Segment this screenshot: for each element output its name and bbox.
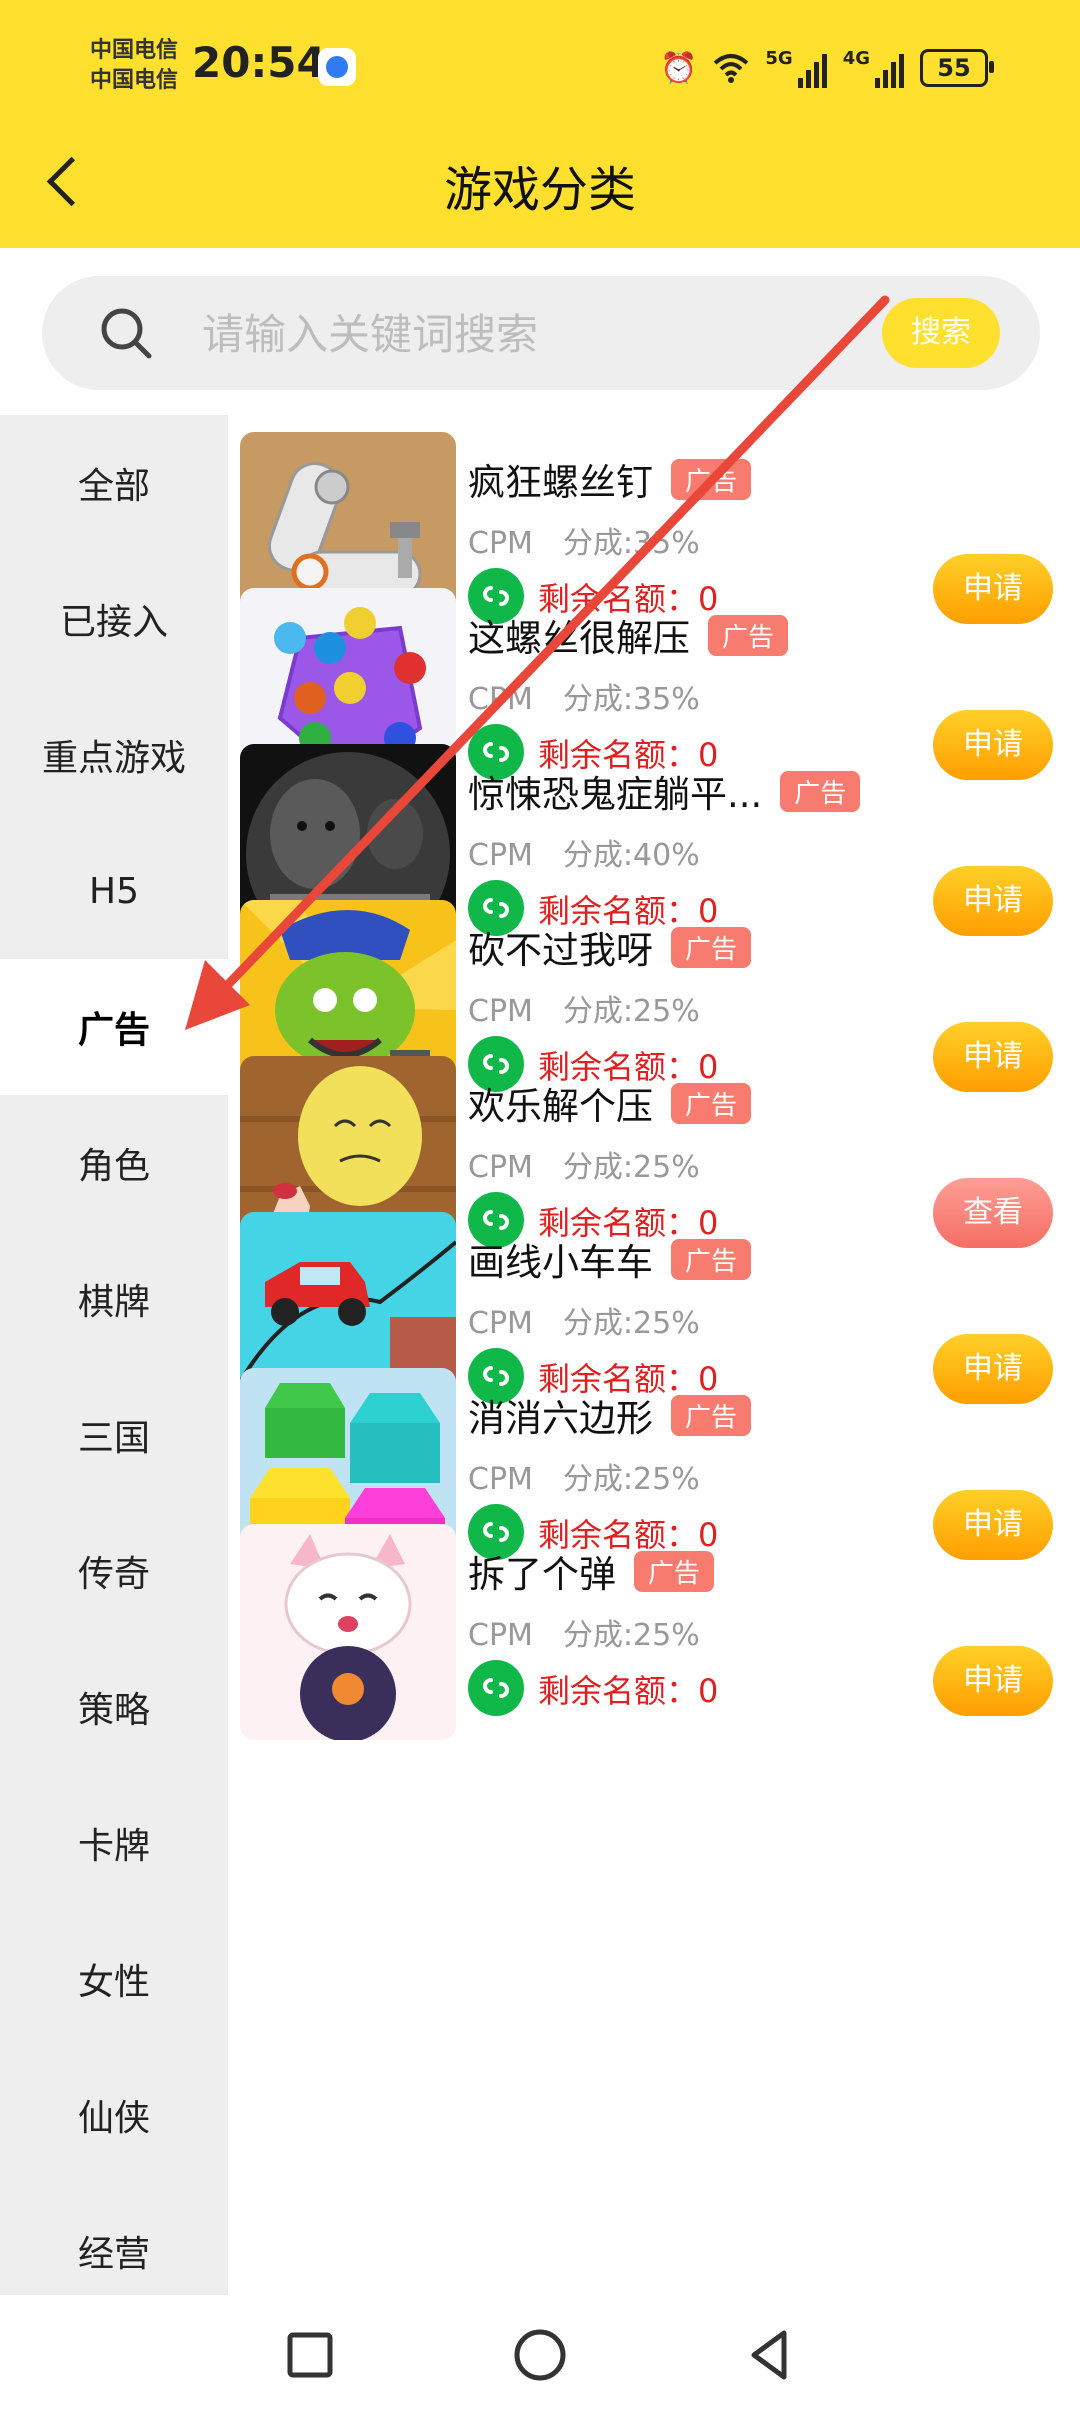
carrier-1: 中国电信 — [90, 38, 179, 63]
share-label: 分成:25% — [562, 1306, 700, 1341]
wifi-icon — [714, 54, 749, 83]
game-name: 惊悚恐鬼症躺平... — [468, 773, 763, 816]
cpm-label: CPM — [468, 1150, 533, 1185]
sidebar-item-connected[interactable]: 已接入 — [0, 551, 228, 687]
alarm-icon: ⏰ — [660, 50, 698, 86]
game-title-wrap: 惊悚恐鬼症躺平... 广告 — [468, 764, 861, 818]
cpm-label: CPM — [468, 1618, 533, 1653]
ad-badge: 广告 — [708, 614, 789, 656]
carrier-label: 中国电信 中国电信 — [90, 36, 178, 96]
share-label: 分成:25% — [562, 1618, 700, 1653]
recent-apps-button[interactable] — [280, 2325, 340, 2385]
status-bar: 中国电信 中国电信 20:54 ⏰ 5G 4G 55 — [0, 0, 1080, 130]
game-list: 疯狂螺丝钉 广告 CPM 分成:35% 剩余名额：0 申请 这螺丝很解压 广告 … — [240, 430, 1080, 2295]
game-row[interactable]: 拆了个弹 广告 CPM 分成:25% 剩余名额：0 申请 — [240, 1522, 1080, 1762]
sidebar-item-h5[interactable]: H5 — [0, 823, 228, 959]
sidebar-item-legend[interactable]: 传奇 — [0, 1503, 228, 1639]
sidebar-item-management[interactable]: 经营 — [0, 2183, 228, 2295]
net-type-4g: 4G — [842, 48, 870, 69]
search-bar: 搜索 — [42, 276, 1040, 390]
cpm-label: CPM — [468, 1462, 533, 1497]
ad-badge: 广告 — [671, 458, 752, 500]
game-meta: CPM 分成:40% — [468, 830, 700, 874]
sidebar-item-ads[interactable]: 广告 — [0, 959, 228, 1095]
search-button[interactable]: 搜索 — [882, 298, 1000, 368]
ad-badge: 广告 — [671, 1394, 752, 1436]
ad-badge: 广告 — [671, 926, 752, 968]
sidebar-item-featured[interactable]: 重点游戏 — [0, 687, 228, 823]
search-icon — [101, 308, 152, 359]
cpm-label: CPM — [468, 526, 533, 561]
game-name: 砍不过我呀 — [468, 929, 653, 972]
net-type-5g: 5G — [765, 48, 793, 69]
status-icons: ⏰ 5G 4G 55 — [660, 42, 994, 94]
game-title-wrap: 拆了个弹 广告 — [468, 1544, 715, 1598]
game-name: 这螺丝很解压 — [468, 617, 690, 660]
signal-4g-icon: 4G — [843, 48, 904, 88]
back-nav-button[interactable] — [740, 2325, 800, 2385]
sidebar-item-role[interactable]: 角色 — [0, 1095, 228, 1231]
sidebar-item-card[interactable]: 卡牌 — [0, 1775, 228, 1911]
game-title-wrap: 砍不过我呀 广告 — [468, 920, 752, 974]
cpm-label: CPM — [468, 1306, 533, 1341]
game-meta: CPM 分成:25% — [468, 1610, 700, 1654]
game-title-wrap: 这螺丝很解压 广告 — [468, 608, 789, 662]
game-meta: CPM 分成:35% — [468, 674, 700, 718]
battery-icon: 55 — [920, 49, 994, 87]
remaining-quota: 剩余名额：0 — [538, 1672, 719, 1710]
signal-5g-icon: 5G — [765, 48, 827, 88]
ad-badge: 广告 — [634, 1550, 715, 1592]
game-meta: CPM 分成:25% — [468, 1298, 700, 1342]
game-meta: CPM 分成:35% — [468, 518, 700, 562]
share-label: 分成:25% — [562, 994, 700, 1029]
game-title-wrap: 疯狂螺丝钉 广告 — [468, 452, 752, 506]
apply-button[interactable]: 申请 — [933, 1646, 1053, 1716]
cpm-label: CPM — [468, 682, 533, 717]
system-nav-bar — [0, 2295, 1080, 2412]
game-title-wrap: 消消六边形 广告 — [468, 1388, 752, 1442]
game-meta: CPM 分成:25% — [468, 1454, 700, 1498]
share-label: 分成:35% — [562, 682, 700, 717]
game-title-wrap: 欢乐解个压 广告 — [468, 1076, 752, 1130]
status-time: 20:54 — [192, 38, 326, 87]
sidebar-item-female[interactable]: 女性 — [0, 1911, 228, 2047]
search-input[interactable] — [200, 304, 904, 364]
top-bar: 中国电信 中国电信 20:54 ⏰ 5G 4G 55 游戏分类 — [0, 0, 1080, 248]
ad-badge: 广告 — [671, 1082, 752, 1124]
share-label: 分成:25% — [562, 1150, 700, 1185]
game-name: 消消六边形 — [468, 1397, 653, 1440]
share-label: 分成:25% — [562, 1462, 700, 1497]
sidebar-item-all[interactable]: 全部 — [0, 415, 228, 551]
category-sidebar: 全部 已接入 重点游戏 H5 广告 角色 棋牌 三国 传奇 策略 卡牌 女性 仙… — [0, 415, 228, 2295]
game-name: 欢乐解个压 — [468, 1085, 653, 1128]
game-thumbnail — [240, 1524, 456, 1740]
cpm-label: CPM — [468, 838, 533, 873]
cpm-label: CPM — [468, 994, 533, 1029]
game-name: 画线小车车 — [468, 1241, 653, 1284]
game-name: 疯狂螺丝钉 — [468, 461, 653, 504]
sidebar-item-three-kingdoms[interactable]: 三国 — [0, 1367, 228, 1503]
share-label: 分成:40% — [562, 838, 700, 873]
share-label: 分成:35% — [562, 526, 700, 561]
game-meta: CPM 分成:25% — [468, 1142, 700, 1186]
mini-program-icon — [468, 1660, 524, 1716]
sidebar-item-strategy[interactable]: 策略 — [0, 1639, 228, 1775]
game-title-wrap: 画线小车车 广告 — [468, 1232, 752, 1286]
sidebar-item-chess[interactable]: 棋牌 — [0, 1231, 228, 1367]
ad-badge: 广告 — [671, 1238, 752, 1280]
game-meta: CPM 分成:25% — [468, 986, 700, 1030]
home-button[interactable] — [510, 2325, 570, 2385]
app-notification-icon — [318, 48, 356, 86]
sidebar-item-xianxia[interactable]: 仙侠 — [0, 2047, 228, 2183]
carrier-2: 中国电信 — [90, 68, 179, 93]
game-name: 拆了个弹 — [468, 1553, 616, 1596]
ad-badge: 广告 — [780, 770, 861, 812]
page-title: 游戏分类 — [443, 162, 636, 218]
